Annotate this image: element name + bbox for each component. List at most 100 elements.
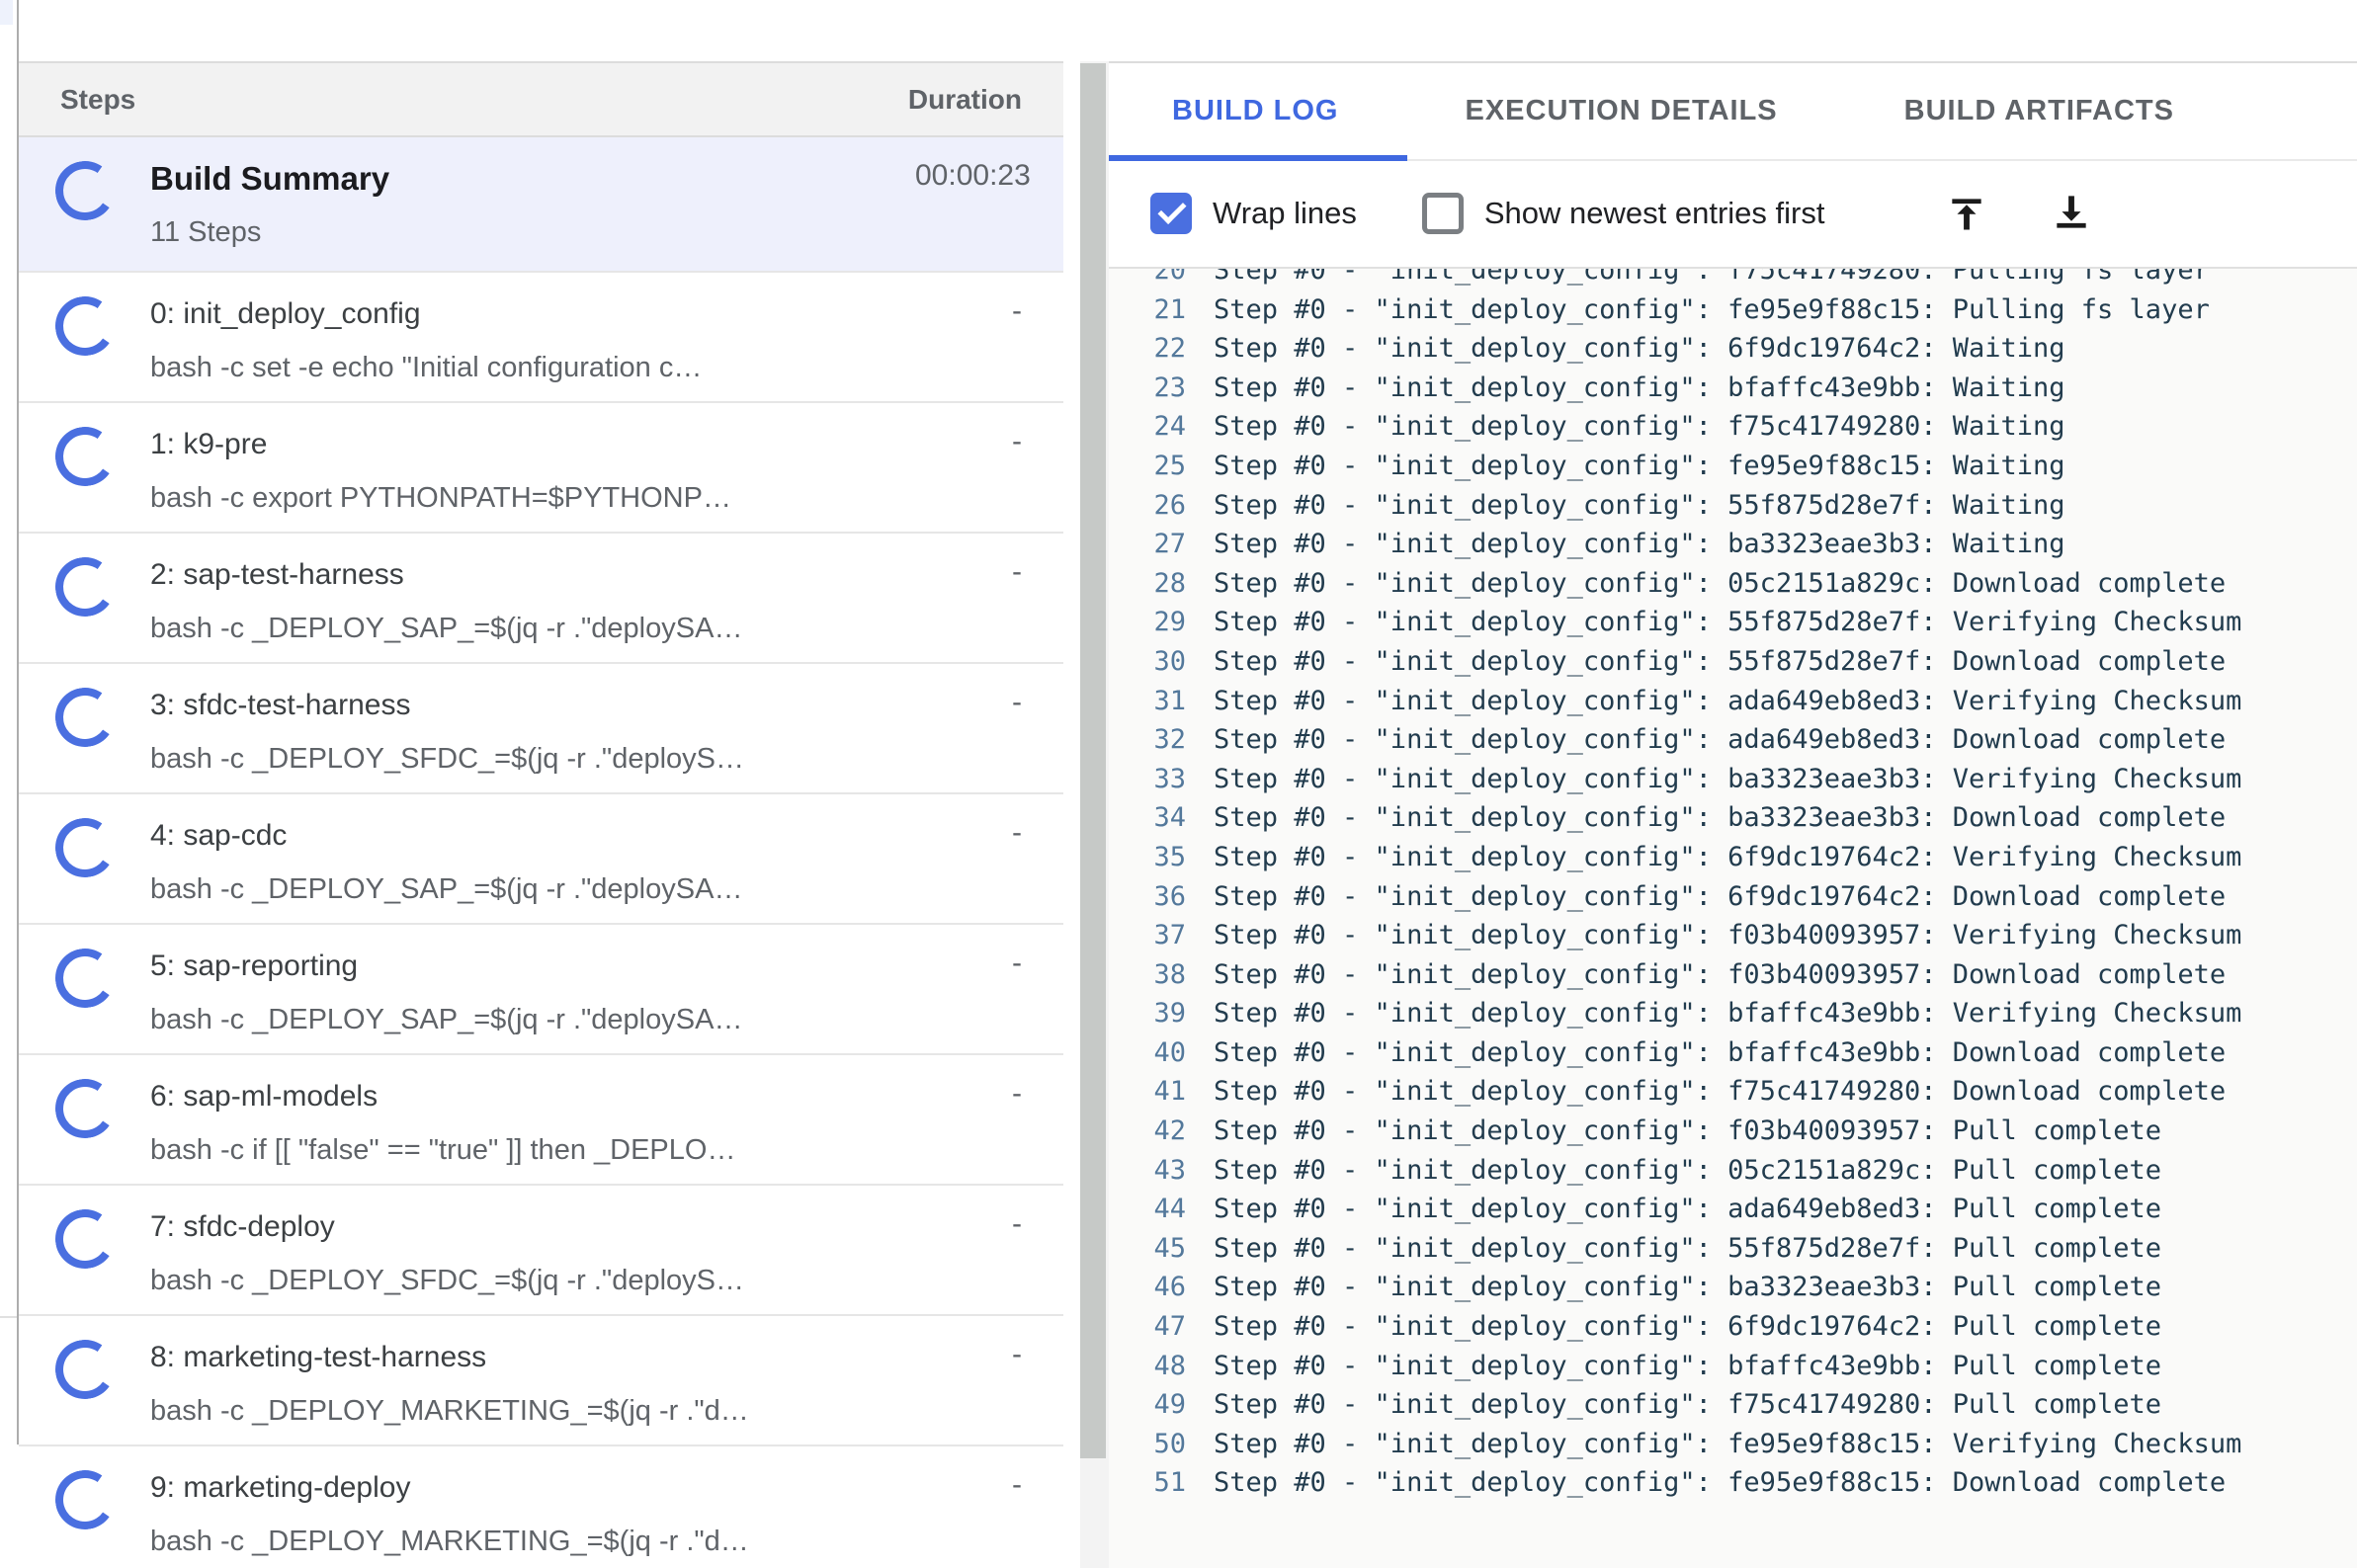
log-line: 23 Step #0 - "init_deploy_config": bfaff… bbox=[1109, 369, 2357, 408]
step-row[interactable]: 8: marketing-test-harness bash -c _DEPLO… bbox=[19, 1316, 1063, 1446]
log-line-text: Step #0 - "init_deploy_config": 6f9dc197… bbox=[1214, 333, 2065, 365]
step-row[interactable]: 9: marketing-deploy bash -c _DEPLOY_MARK… bbox=[19, 1446, 1063, 1568]
step-title: 0: init_deploy_config bbox=[150, 297, 421, 330]
log-line: 27 Step #0 - "init_deploy_config": ba332… bbox=[1109, 525, 2357, 564]
step-row[interactable]: 4: sap-cdc bash -c _DEPLOY_SAP_=$(jq -r … bbox=[19, 794, 1063, 925]
log-line: 47 Step #0 - "init_deploy_config": 6f9dc… bbox=[1109, 1307, 2357, 1347]
log-line: 41 Step #0 - "init_deploy_config": f75c4… bbox=[1109, 1072, 2357, 1112]
step-row[interactable]: 0: init_deploy_config bash -c set -e ech… bbox=[19, 273, 1063, 403]
step-row[interactable]: 5: sap-reporting bash -c _DEPLOY_SAP_=$(… bbox=[19, 925, 1063, 1055]
step-row[interactable]: 7: sfdc-deploy bash -c _DEPLOY_SFDC_=$(j… bbox=[19, 1186, 1063, 1316]
log-line: 32 Step #0 - "init_deploy_config": ada64… bbox=[1109, 720, 2357, 760]
log-line: 25 Step #0 - "init_deploy_config": fe95e… bbox=[1109, 447, 2357, 486]
log-line-text: Step #0 - "init_deploy_config": ba3323ea… bbox=[1214, 529, 2065, 560]
status-cell bbox=[19, 403, 150, 532]
step-title: 9: marketing-deploy bbox=[150, 1471, 411, 1504]
step-title: 7: sfdc-deploy bbox=[150, 1210, 335, 1243]
wrap-lines-checkbox[interactable] bbox=[1150, 192, 1192, 234]
scroll-to-bottom-button[interactable] bbox=[2050, 192, 2093, 235]
step-row[interactable]: 2: sap-test-harness bash -c _DEPLOY_SAP_… bbox=[19, 534, 1063, 664]
status-cell bbox=[19, 925, 150, 1053]
log-line-number: 25 bbox=[1153, 450, 1186, 481]
log-line-number: 20 bbox=[1153, 267, 1186, 286]
summary-title: Build Summary bbox=[150, 160, 390, 197]
build-summary-row[interactable]: Build Summary 11 Steps 00:00:23 bbox=[19, 137, 1063, 273]
log-line: 26 Step #0 - "init_deploy_config": 55f87… bbox=[1109, 486, 2357, 526]
log-line-number: 49 bbox=[1153, 1389, 1186, 1421]
log-line: 51 Step #0 - "init_deploy_config": fe95e… bbox=[1109, 1463, 2357, 1503]
step-main: 6: sap-ml-models bash -c if [[ "false" =… bbox=[150, 1055, 915, 1184]
status-cell bbox=[19, 664, 150, 792]
status-cell bbox=[19, 137, 150, 271]
tab-build-log[interactable]: BUILD LOG bbox=[1109, 63, 1402, 159]
in-progress-spinner-icon bbox=[49, 813, 120, 882]
log-line-number: 47 bbox=[1153, 1311, 1186, 1343]
step-main: 1: k9-pre bash -c export PYTHONPATH=$PYT… bbox=[150, 403, 915, 532]
step-command: bash -c _DEPLOY_MARKETING_=$(jq -r ."d… bbox=[150, 1395, 749, 1427]
step-command: bash -c _DEPLOY_SFDC_=$(jq -r ."deployS… bbox=[150, 743, 745, 775]
log-line-text: Step #0 - "init_deploy_config": f03b4009… bbox=[1214, 920, 2242, 951]
log-line-text: Step #0 - "init_deploy_config": fe95e9f8… bbox=[1214, 450, 2065, 481]
log-line: 33 Step #0 - "init_deploy_config": ba332… bbox=[1109, 760, 2357, 799]
step-duration: - bbox=[1012, 947, 1022, 979]
scroll-to-top-button[interactable] bbox=[1945, 192, 1988, 235]
summary-duration: 00:00:23 bbox=[915, 159, 1031, 192]
steps-scrollbar-track bbox=[1080, 61, 1109, 1568]
log-line-number: 29 bbox=[1153, 607, 1186, 638]
status-cell bbox=[19, 794, 150, 923]
log-line: 43 Step #0 - "init_deploy_config": 05c21… bbox=[1109, 1151, 2357, 1191]
status-cell bbox=[19, 273, 150, 401]
log-line-number: 44 bbox=[1153, 1194, 1186, 1225]
log-line: 48 Step #0 - "init_deploy_config": bfaff… bbox=[1109, 1347, 2357, 1386]
log-line: 36 Step #0 - "init_deploy_config": 6f9dc… bbox=[1109, 877, 2357, 917]
summary-subtitle: 11 Steps bbox=[150, 216, 262, 248]
newest-first-checkbox[interactable] bbox=[1421, 192, 1464, 234]
log-line-text: Step #0 - "init_deploy_config": 05c2151a… bbox=[1214, 1154, 2162, 1186]
tab-build-artifacts[interactable]: BUILD ARTIFACTS bbox=[1841, 63, 2237, 159]
status-cell bbox=[19, 1186, 150, 1314]
log-line-number: 31 bbox=[1153, 685, 1186, 716]
log-line-text: Step #0 - "init_deploy_config": bfaffc43… bbox=[1214, 1036, 2227, 1068]
log-line-number: 42 bbox=[1153, 1115, 1186, 1147]
log-line: 30 Step #0 - "init_deploy_config": 55f87… bbox=[1109, 642, 2357, 682]
step-duration: - bbox=[1012, 1468, 1022, 1501]
log-line-number: 48 bbox=[1153, 1350, 1186, 1381]
log-line-text: Step #0 - "init_deploy_config": bfaffc43… bbox=[1214, 998, 2242, 1030]
log-line: 34 Step #0 - "init_deploy_config": ba332… bbox=[1109, 798, 2357, 838]
step-duration: - bbox=[1012, 1077, 1022, 1110]
in-progress-spinner-icon bbox=[49, 1465, 120, 1534]
log-line-text: Step #0 - "init_deploy_config": 55f875d2… bbox=[1214, 645, 2227, 677]
tab-bar: BUILD LOG EXECUTION DETAILS BUILD ARTIFA… bbox=[1109, 63, 2357, 161]
log-line-text: Step #0 - "init_deploy_config": 55f875d2… bbox=[1214, 489, 2065, 521]
tab-execution-details[interactable]: EXECUTION DETAILS bbox=[1402, 63, 1841, 159]
step-row[interactable]: 3: sfdc-test-harness bash -c _DEPLOY_SFD… bbox=[19, 664, 1063, 794]
log-line: 40 Step #0 - "init_deploy_config": bfaff… bbox=[1109, 1033, 2357, 1073]
log-line-number: 28 bbox=[1153, 567, 1186, 599]
log-line-text: Step #0 - "init_deploy_config": ba3323ea… bbox=[1214, 1272, 2162, 1303]
build-log-viewport: 20 Step #0 - "init_deploy_config": f75c4… bbox=[1109, 267, 2357, 1568]
log-line-text: Step #0 - "init_deploy_config": bfaffc43… bbox=[1214, 371, 2065, 403]
step-row[interactable]: 6: sap-ml-models bash -c if [[ "false" =… bbox=[19, 1055, 1063, 1186]
step-row[interactable]: 1: k9-pre bash -c export PYTHONPATH=$PYT… bbox=[19, 403, 1063, 534]
duration-column-header: Duration bbox=[907, 83, 1022, 115]
step-duration: - bbox=[1012, 816, 1022, 849]
log-line: 44 Step #0 - "init_deploy_config": ada64… bbox=[1109, 1190, 2357, 1229]
log-controls: Wrap lines Show newest entries first bbox=[1109, 161, 2357, 265]
log-line: 45 Step #0 - "init_deploy_config": 55f87… bbox=[1109, 1229, 2357, 1269]
wrap-lines-label[interactable]: Wrap lines bbox=[1213, 196, 1357, 231]
step-title: 2: sap-test-harness bbox=[150, 558, 404, 591]
vertical-align-bottom-icon bbox=[2057, 195, 2087, 228]
log-line-text: Step #0 - "init_deploy_config": fe95e9f8… bbox=[1214, 293, 2210, 325]
log-line: 50 Step #0 - "init_deploy_config": fe95e… bbox=[1109, 1425, 2357, 1464]
log-line-number: 36 bbox=[1153, 880, 1186, 912]
step-command: bash -c _DEPLOY_MARKETING_=$(jq -r ."d… bbox=[150, 1526, 749, 1557]
newest-first-label[interactable]: Show newest entries first bbox=[1484, 196, 1825, 231]
build-log-lines: 20 Step #0 - "init_deploy_config": f75c4… bbox=[1109, 267, 2357, 1503]
steps-panel-header: Steps Duration bbox=[19, 63, 1063, 137]
status-cell bbox=[19, 534, 150, 662]
summary-main: Build Summary 11 Steps bbox=[150, 137, 915, 271]
steps-scrollbar-thumb[interactable] bbox=[1080, 63, 1106, 1458]
log-line-number: 30 bbox=[1153, 645, 1186, 677]
in-progress-spinner-icon bbox=[49, 1074, 120, 1143]
in-progress-spinner-icon bbox=[49, 291, 120, 361]
